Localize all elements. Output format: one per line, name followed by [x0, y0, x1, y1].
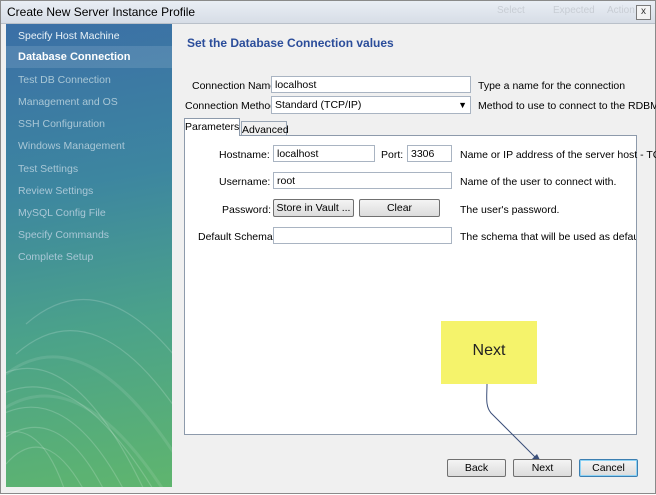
next-button[interactable]: Next — [513, 459, 572, 477]
callout-arrow — [486, 383, 541, 462]
tab-parameters[interactable]: Parameters — [184, 118, 240, 136]
cancel-button[interactable]: Cancel — [579, 459, 638, 477]
back-button[interactable]: Back — [447, 459, 506, 477]
dialog-window: Create New Server Instance Profile Selec… — [0, 0, 656, 494]
